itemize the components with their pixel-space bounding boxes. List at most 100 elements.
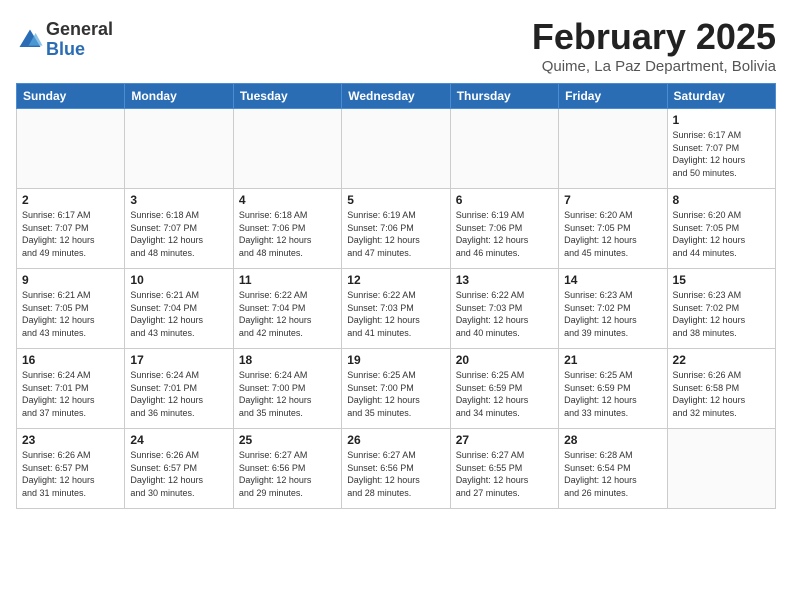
calendar-cell: 21Sunrise: 6:25 AM Sunset: 6:59 PM Dayli…	[559, 349, 667, 429]
logo-icon	[16, 26, 44, 54]
day-number: 26	[347, 433, 444, 447]
day-number: 3	[130, 193, 227, 207]
calendar-cell: 19 Sunrise: 6:25 AM Sunset: 7:00 PM Dayli…	[342, 349, 450, 429]
calendar-table: SundayMondayTuesdayWednesdayThursdayFrid…	[16, 83, 776, 509]
day-number: 23	[22, 433, 119, 447]
day-number: 18	[239, 353, 336, 367]
day-info: Sunrise: 6:25 AM Sunset: 7:00 PM Dayligh…	[347, 369, 444, 419]
calendar-cell: 28 Sunrise: 6:28 AM Sunset: 6:54 PM Dayli…	[559, 429, 667, 509]
day-number: 16	[22, 353, 119, 367]
day-info: Sunrise: 6:26 AM Sunset: 6:58 PM Dayligh…	[673, 369, 770, 419]
day-number: 24	[130, 433, 227, 447]
calendar-cell	[342, 109, 450, 189]
calendar-cell: 11 Sunrise: 6:22 AM Sunset: 7:04 PM Dayli…	[233, 269, 341, 349]
day-info: Sunrise: 6:20 AM Sunset: 7:05 PM Dayligh…	[564, 209, 661, 259]
day-info: Sunrise: 6:27 AM Sunset: 6:56 PM Dayligh…	[347, 449, 444, 499]
weekday-header: Wednesday	[342, 84, 450, 109]
calendar-cell	[17, 109, 125, 189]
calendar-cell: 13Sunrise: 6:22 AM Sunset: 7:03 PM Dayli…	[450, 269, 558, 349]
weekday-header: Saturday	[667, 84, 775, 109]
day-number: 13	[456, 273, 553, 287]
day-info: Sunrise: 6:22 AM Sunset: 7:03 PM Dayligh…	[347, 289, 444, 339]
day-number: 20	[456, 353, 553, 367]
calendar-cell: 15 Sunrise: 6:23 AM Sunset: 7:02 PM Dayli…	[667, 269, 775, 349]
calendar-cell: 4 Sunrise: 6:18 AM Sunset: 7:06 PM Daylig…	[233, 189, 341, 269]
weekday-header: Tuesday	[233, 84, 341, 109]
day-info: Sunrise: 6:17 AM Sunset: 7:07 PM Dayligh…	[22, 209, 119, 259]
day-info: Sunrise: 6:25 AM Sunset: 6:59 PM Dayligh…	[456, 369, 553, 419]
calendar-week-row: 23 Sunrise: 6:26 AM Sunset: 6:57 PM Dayli…	[17, 429, 776, 509]
calendar-cell: 7 Sunrise: 6:20 AM Sunset: 7:05 PM Daylig…	[559, 189, 667, 269]
calendar-cell: 25 Sunrise: 6:27 AM Sunset: 6:56 PM Dayli…	[233, 429, 341, 509]
calendar-cell: 23 Sunrise: 6:26 AM Sunset: 6:57 PM Dayli…	[17, 429, 125, 509]
day-info: Sunrise: 6:28 AM Sunset: 6:54 PM Dayligh…	[564, 449, 661, 499]
day-info: Sunrise: 6:23 AM Sunset: 7:02 PM Dayligh…	[673, 289, 770, 339]
calendar-week-row: 1 Sunrise: 6:17 AM Sunset: 7:07 PM Daylig…	[17, 109, 776, 189]
day-info: Sunrise: 6:17 AM Sunset: 7:07 PM Dayligh…	[673, 129, 770, 179]
day-number: 4	[239, 193, 336, 207]
calendar-cell	[233, 109, 341, 189]
logo: General Blue	[16, 20, 113, 60]
day-number: 10	[130, 273, 227, 287]
calendar-week-row: 16 Sunrise: 6:24 AM Sunset: 7:01 PM Dayli…	[17, 349, 776, 429]
calendar-cell	[450, 109, 558, 189]
logo-general-text: General	[46, 20, 113, 40]
calendar-cell: 22 Sunrise: 6:26 AM Sunset: 6:58 PM Dayli…	[667, 349, 775, 429]
day-info: Sunrise: 6:22 AM Sunset: 7:04 PM Dayligh…	[239, 289, 336, 339]
day-number: 7	[564, 193, 661, 207]
calendar-cell	[125, 109, 233, 189]
calendar-cell: 8Sunrise: 6:20 AM Sunset: 7:05 PM Daylig…	[667, 189, 775, 269]
day-number: 1	[673, 113, 770, 127]
day-number: 9	[22, 273, 119, 287]
day-info: Sunrise: 6:19 AM Sunset: 7:06 PM Dayligh…	[456, 209, 553, 259]
calendar-cell: 16 Sunrise: 6:24 AM Sunset: 7:01 PM Dayli…	[17, 349, 125, 429]
day-info: Sunrise: 6:19 AM Sunset: 7:06 PM Dayligh…	[347, 209, 444, 259]
day-info: Sunrise: 6:27 AM Sunset: 6:56 PM Dayligh…	[239, 449, 336, 499]
day-number: 5	[347, 193, 444, 207]
calendar-cell: 17Sunrise: 6:24 AM Sunset: 7:01 PM Dayli…	[125, 349, 233, 429]
month-title: February 2025	[532, 16, 776, 58]
calendar-cell: 18 Sunrise: 6:24 AM Sunset: 7:00 PM Dayli…	[233, 349, 341, 429]
day-number: 28	[564, 433, 661, 447]
day-number: 11	[239, 273, 336, 287]
day-info: Sunrise: 6:26 AM Sunset: 6:57 PM Dayligh…	[22, 449, 119, 499]
weekday-header: Monday	[125, 84, 233, 109]
calendar-cell: 27 Sunrise: 6:27 AM Sunset: 6:55 PM Dayli…	[450, 429, 558, 509]
day-info: Sunrise: 6:20 AM Sunset: 7:05 PM Dayligh…	[673, 209, 770, 259]
title-area: February 2025 Quime, La Paz Department, …	[532, 16, 776, 75]
day-number: 14	[564, 273, 661, 287]
day-info: Sunrise: 6:27 AM Sunset: 6:55 PM Dayligh…	[456, 449, 553, 499]
day-info: Sunrise: 6:24 AM Sunset: 7:00 PM Dayligh…	[239, 369, 336, 419]
logo-blue-text: Blue	[46, 40, 113, 60]
day-info: Sunrise: 6:21 AM Sunset: 7:05 PM Dayligh…	[22, 289, 119, 339]
calendar-cell: 6Sunrise: 6:19 AM Sunset: 7:06 PM Daylig…	[450, 189, 558, 269]
location-title: Quime, La Paz Department, Bolivia	[532, 58, 776, 75]
day-info: Sunrise: 6:25 AM Sunset: 6:59 PM Dayligh…	[564, 369, 661, 419]
day-info: Sunrise: 6:26 AM Sunset: 6:57 PM Dayligh…	[130, 449, 227, 499]
day-info: Sunrise: 6:18 AM Sunset: 7:07 PM Dayligh…	[130, 209, 227, 259]
day-info: Sunrise: 6:18 AM Sunset: 7:06 PM Dayligh…	[239, 209, 336, 259]
calendar-cell: 1 Sunrise: 6:17 AM Sunset: 7:07 PM Daylig…	[667, 109, 775, 189]
day-info: Sunrise: 6:21 AM Sunset: 7:04 PM Dayligh…	[130, 289, 227, 339]
calendar-cell: 26 Sunrise: 6:27 AM Sunset: 6:56 PM Dayli…	[342, 429, 450, 509]
day-number: 19	[347, 353, 444, 367]
weekday-header: Thursday	[450, 84, 558, 109]
day-number: 27	[456, 433, 553, 447]
calendar-cell	[559, 109, 667, 189]
day-info: Sunrise: 6:24 AM Sunset: 7:01 PM Dayligh…	[130, 369, 227, 419]
day-number: 12	[347, 273, 444, 287]
calendar-cell	[667, 429, 775, 509]
day-number: 2	[22, 193, 119, 207]
weekday-header: Friday	[559, 84, 667, 109]
day-number: 22	[673, 353, 770, 367]
day-info: Sunrise: 6:24 AM Sunset: 7:01 PM Dayligh…	[22, 369, 119, 419]
day-number: 15	[673, 273, 770, 287]
weekday-header-row: SundayMondayTuesdayWednesdayThursdayFrid…	[17, 84, 776, 109]
weekday-header: Sunday	[17, 84, 125, 109]
calendar-cell: 5 Sunrise: 6:19 AM Sunset: 7:06 PM Daylig…	[342, 189, 450, 269]
page-header: General Blue February 2025 Quime, La Paz…	[16, 16, 776, 75]
calendar-cell: 3 Sunrise: 6:18 AM Sunset: 7:07 PM Daylig…	[125, 189, 233, 269]
day-number: 25	[239, 433, 336, 447]
calendar-cell: 9 Sunrise: 6:21 AM Sunset: 7:05 PM Daylig…	[17, 269, 125, 349]
day-info: Sunrise: 6:23 AM Sunset: 7:02 PM Dayligh…	[564, 289, 661, 339]
